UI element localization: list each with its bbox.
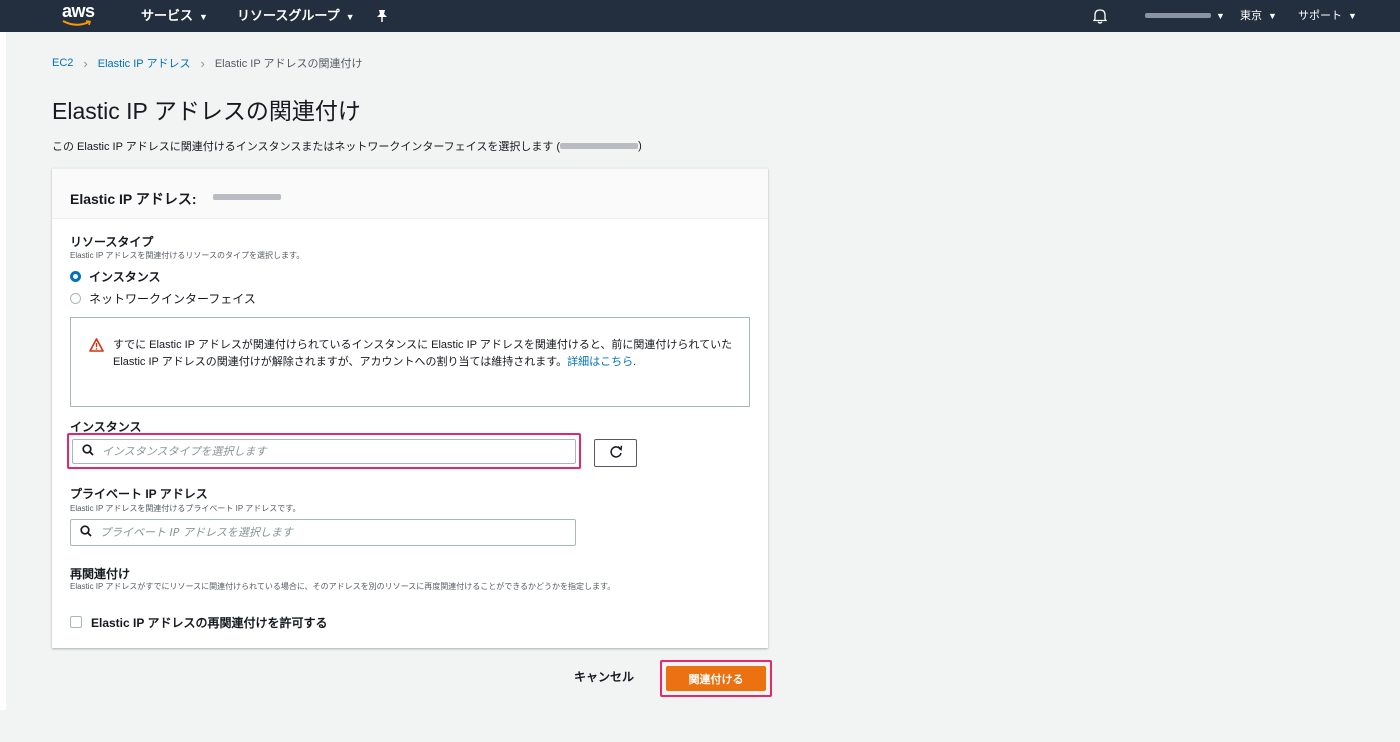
reassociation-checkbox-row[interactable]: Elastic IP アドレスの再関連付けを許可する [70,615,328,630]
radio-network-interface-label: ネットワークインターフェイス [89,291,256,306]
chevron-down-icon: ▼ [1348,11,1357,21]
region-label: 東京 [1240,10,1262,22]
resource-type-label: リソースタイプ [70,235,154,249]
support-label: サポート [1298,10,1342,22]
pin-icon[interactable] [376,9,388,28]
redacted-ip-address [213,194,281,200]
chevron-down-icon: ▼ [345,12,355,22]
radio-network-interface[interactable]: ネットワークインターフェイス [70,291,256,306]
region-menu[interactable]: 東京 ▼ [1240,0,1277,32]
private-ip-search-field[interactable] [70,519,576,546]
reassociation-description: Elastic IP アドレスがすでにリソースに関連付けられている場合に、そのア… [70,582,616,591]
refresh-icon [609,445,623,462]
radio-instance-label: インスタンス [89,269,161,284]
top-navigation: aws サービス ▼ リソースグループ ▼ ▼ 東京 ▼ サポート ▼ [0,0,1400,32]
search-icon [82,444,94,459]
search-icon [80,525,92,540]
breadcrumb-elastic-ip-link[interactable]: Elastic IP アドレス [98,55,191,71]
radio-instance[interactable]: インスタンス [70,269,161,284]
resource-groups-menu[interactable]: リソースグループ ▼ [237,0,355,32]
instance-search-input[interactable] [102,445,542,458]
warning-icon [89,338,104,357]
resource-groups-label: リソースグループ [237,8,340,23]
warning-period: . [633,356,637,368]
warning-alert: すでに Elastic IP アドレスが関連付けられているインスタンスに Ela… [70,317,750,407]
page-title: Elastic IP アドレスの関連付け [52,98,361,124]
radio-unselected-icon[interactable] [70,292,81,304]
chevron-down-icon[interactable]: ▼ [1216,0,1225,32]
aws-logo-text: aws [62,1,95,21]
services-label: サービス [141,8,194,23]
cancel-button[interactable]: キャンセル [574,668,634,685]
breadcrumb-separator-icon: › [200,55,205,71]
reassociation-checkbox-label: Elastic IP アドレスの再関連付けを許可する [91,615,328,630]
breadcrumb-ec2-link[interactable]: EC2 [52,57,73,69]
warning-text: すでに Elastic IP アドレスが関連付けられているインスタンスに Ela… [113,337,733,371]
aws-logo[interactable]: aws [62,0,102,32]
instance-search-field[interactable] [72,439,576,464]
chevron-down-icon: ▼ [1268,11,1277,21]
associate-form-card: Elastic IP アドレス: リソースタイプ Elastic IP アドレス… [52,168,768,648]
breadcrumb-current: Elastic IP アドレスの関連付け [214,58,363,70]
page-description: この Elastic IP アドレスに関連付けるインスタンスまたはネットワークイ… [52,138,642,154]
warning-message: すでに Elastic IP アドレスが関連付けられているインスタンスに Ela… [113,339,733,368]
reassociation-label: 再関連付け [70,567,131,581]
learn-more-link[interactable]: 詳細はこちら [567,356,633,368]
page-description-text: この Elastic IP アドレスに関連付けるインスタンスまたはネットワークイ… [52,141,561,153]
associate-button-highlight: 関連付ける [660,660,772,697]
private-ip-description: Elastic IP アドレスを関連付けるプライベート IP アドレスです。 [70,504,301,513]
card-title: Elastic IP アドレス: [70,191,197,207]
redacted-ip-address [560,143,639,149]
bell-icon[interactable] [1092,8,1108,29]
page-description-suffix: ) [638,140,642,152]
aws-smile-icon [62,20,92,26]
reassociation-checkbox[interactable] [70,616,82,628]
card-header: Elastic IP アドレス: [52,169,768,219]
breadcrumb: EC2 › Elastic IP アドレス › Elastic IP アドレスの… [52,55,363,71]
radio-selected-icon[interactable] [70,270,81,282]
chevron-down-icon: ▼ [199,12,208,22]
services-menu[interactable]: サービス ▼ [141,0,208,32]
account-menu-redacted[interactable] [1145,13,1211,18]
bottom-strip [0,710,1400,742]
refresh-button[interactable] [594,439,637,467]
support-menu[interactable]: サポート ▼ [1298,0,1357,32]
associate-button[interactable]: 関連付ける [666,666,766,691]
private-ip-label: プライベート IP アドレス [70,487,208,501]
private-ip-search-input[interactable] [100,526,540,539]
resource-type-description: Elastic IP アドレスを関連付けるリソースのタイプを選択します。 [70,251,305,260]
breadcrumb-separator-icon: › [83,55,88,71]
